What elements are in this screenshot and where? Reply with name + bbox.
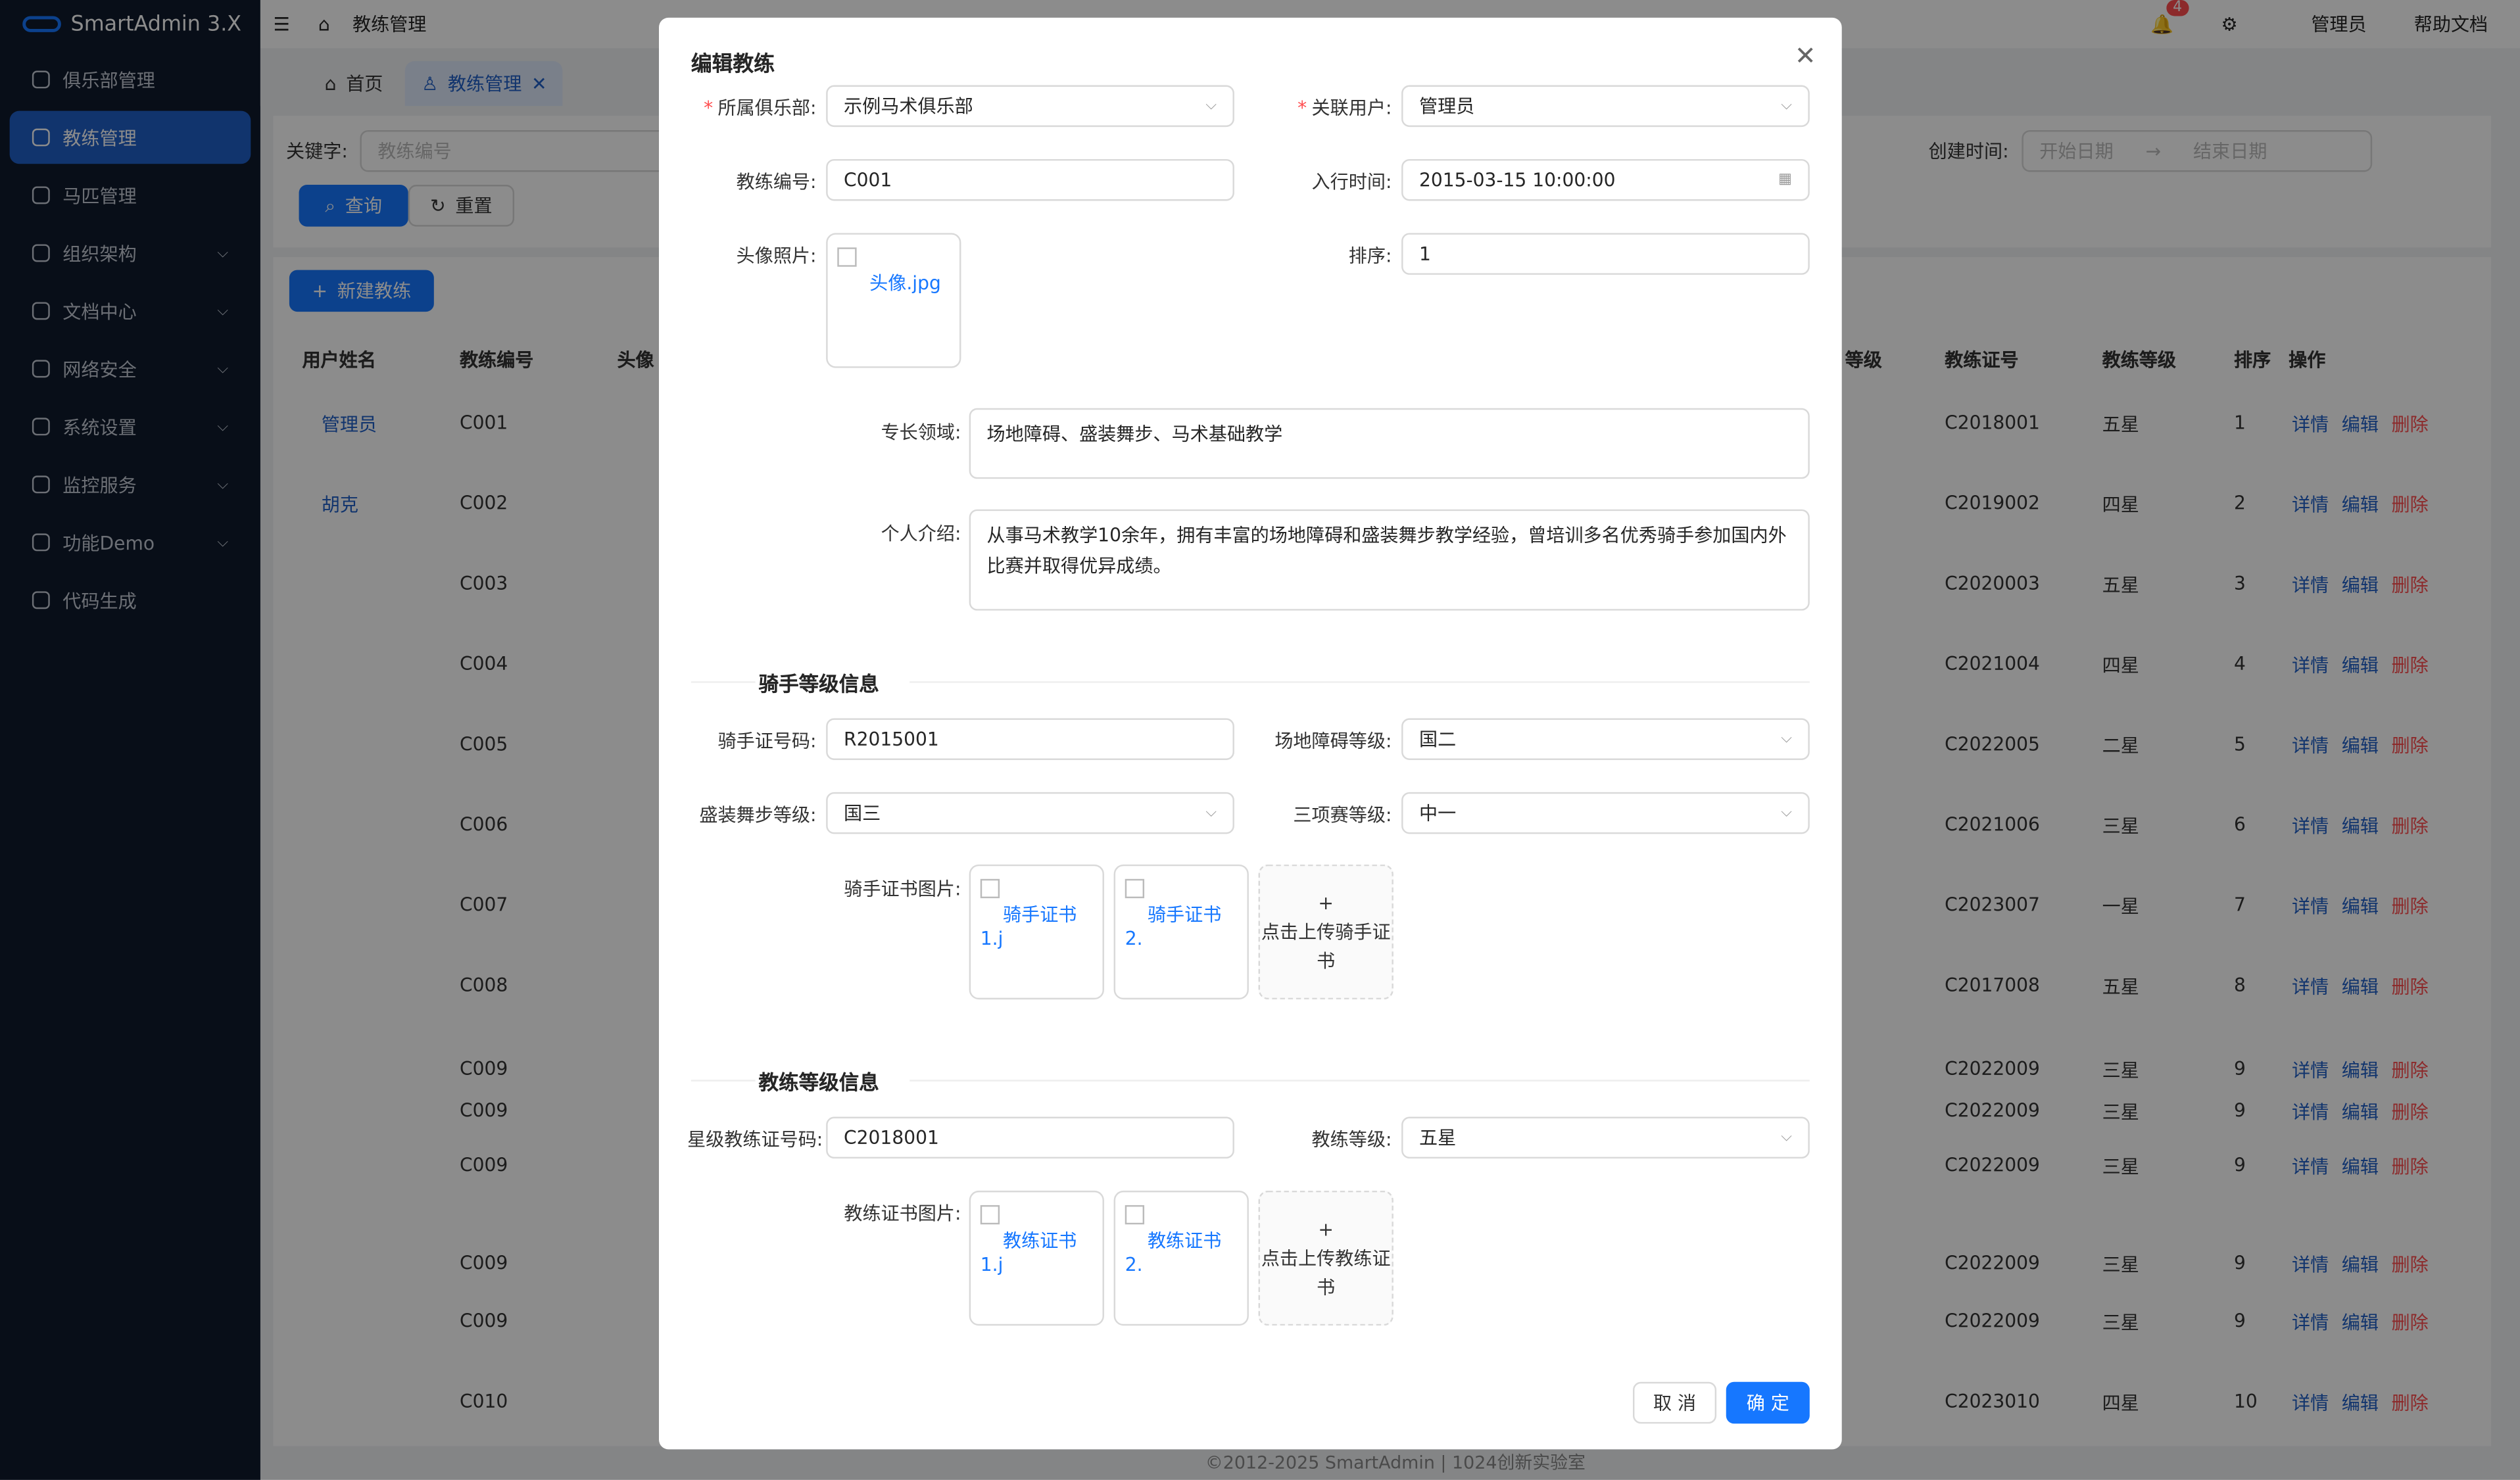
broken-image-icon [1125, 878, 1145, 899]
coach-level-select[interactable]: 五星 ⌵ [1401, 1116, 1810, 1159]
intro-textarea[interactable]: 从事马术教学10余年，拥有丰富的场地障碍和盛装舞步教学经验，曾培训多名优秀骑手参… [969, 509, 1810, 611]
coach-cert-upload[interactable]: + 点击上传教练证书 [1258, 1190, 1393, 1326]
eventing-label: 三项赛等级: [1293, 803, 1392, 826]
club-label: * 所属俱乐部: [704, 96, 817, 119]
rider-no-label: 骑手证号码: [717, 729, 817, 752]
chevron-down-icon: ⌵ [1205, 805, 1217, 821]
user-label: * 关联用户: [1297, 96, 1392, 119]
jump-label: 场地障碍等级: [1274, 729, 1392, 752]
rider-cert-image-2[interactable]: 骑手证书2. [1113, 864, 1249, 1000]
chevron-down-icon: ⌵ [1781, 98, 1792, 114]
modal-title: 编辑教练 [691, 53, 775, 78]
club-select[interactable]: 示例马术俱乐部 ⌵ [826, 85, 1234, 128]
rider-cert-label: 骑手证书图片: [844, 877, 961, 900]
chevron-down-icon: ⌵ [1205, 98, 1217, 114]
divider [691, 681, 756, 683]
chevron-down-icon: ⌵ [1781, 730, 1792, 748]
coach-cert-label: 教练证书图片: [844, 1202, 961, 1225]
calendar-icon: ▦ [1778, 172, 1792, 188]
divider [909, 1080, 1810, 1082]
eventing-select[interactable]: 中一 ⌵ [1401, 792, 1810, 834]
intro-label: 个人介绍: [881, 522, 961, 545]
rider-no-input[interactable]: R2015001 [826, 718, 1234, 760]
avatar-image[interactable]: 头像.jpg [826, 233, 961, 368]
code-input[interactable]: C001 [826, 158, 1234, 201]
jump-select[interactable]: 国二 ⌵ [1401, 718, 1810, 760]
join-date-input[interactable]: 2015-03-15 10:00:00 ▦ [1401, 158, 1810, 201]
chevron-down-icon: ⌵ [1781, 1130, 1792, 1146]
code-label: 教练编号: [736, 170, 817, 193]
dressage-select[interactable]: 国三 ⌵ [826, 792, 1234, 834]
order-input[interactable]: 1 [1401, 233, 1810, 275]
chevron-down-icon: ⌵ [1781, 805, 1792, 821]
user-select[interactable]: 管理员 ⌵ [1401, 85, 1810, 128]
dressage-label: 盛装舞步等级: [699, 803, 817, 826]
broken-image-icon [980, 878, 1000, 899]
order-label: 排序: [1348, 244, 1392, 267]
broken-image-icon [837, 247, 857, 267]
broken-image-icon [1125, 1205, 1145, 1225]
star-no-input[interactable]: C2018001 [826, 1116, 1234, 1159]
rider-section-title: 骑手等级信息 [758, 671, 879, 696]
close-icon[interactable]: ✕ [1795, 40, 1816, 70]
coach-level-label: 教练等级: [1311, 1128, 1392, 1151]
coach-cert-image-2[interactable]: 教练证书2. [1113, 1190, 1249, 1326]
divider [909, 681, 1810, 683]
avatar-label: 头像照片: [736, 244, 817, 267]
cancel-button[interactable]: 取 消 [1633, 1381, 1717, 1424]
rider-cert-upload[interactable]: + 点击上传骑手证书 [1258, 864, 1393, 1000]
ok-button[interactable]: 确 定 [1726, 1381, 1810, 1424]
star-no-label: 星级教练证号码: [687, 1128, 823, 1151]
specialty-textarea[interactable]: 场地障碍、盛装舞步、马术基础教学 [969, 408, 1810, 479]
coach-cert-image-1[interactable]: 教练证书1.j [969, 1190, 1104, 1326]
rider-cert-image-1[interactable]: 骑手证书1.j [969, 864, 1104, 1000]
join-label: 入行时间: [1311, 170, 1392, 193]
broken-image-icon [980, 1205, 1000, 1225]
divider [691, 1080, 756, 1082]
edit-coach-modal: 编辑教练 ✕ * 所属俱乐部: 示例马术俱乐部 ⌵ * 关联用户: 管理员 ⌵ 教练编号… [658, 17, 1842, 1450]
specialty-label: 专长领域: [881, 421, 961, 444]
coach-section-title: 教练等级信息 [758, 1070, 879, 1095]
